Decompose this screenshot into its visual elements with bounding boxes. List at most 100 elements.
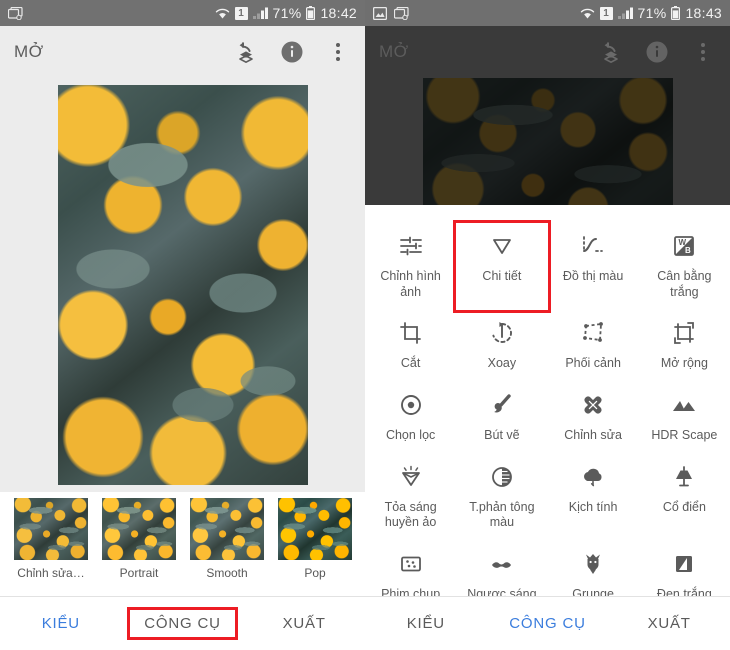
- app-bar-actions-right: [598, 39, 716, 65]
- overflow-menu-icon[interactable]: [325, 39, 351, 65]
- clock-label: 18:43: [685, 5, 722, 21]
- battery-percent-label: 71%: [273, 5, 302, 21]
- tune-sliders-icon: [398, 229, 424, 263]
- screenshot-icon: [394, 7, 409, 20]
- tool-toa-sang-huyen-ao[interactable]: Tỏa sáng huyền ảo: [365, 454, 456, 541]
- filter-thumbnail: [14, 498, 88, 560]
- tool-label: Phối cảnh: [565, 356, 621, 372]
- tool-label: Cắt: [401, 356, 420, 372]
- tool-hdr-scape[interactable]: HDR Scape: [639, 382, 730, 454]
- tools-grid: Chỉnh hình ảnh Chi tiết Đồ thị màu: [365, 223, 730, 612]
- perspective-icon: [580, 316, 606, 350]
- black-white-icon: [671, 547, 697, 581]
- sim-badge: 1: [235, 7, 248, 20]
- flower-photo-content: [58, 85, 308, 485]
- edited-photo[interactable]: [58, 85, 308, 485]
- open-button-label[interactable]: MỞ: [14, 42, 44, 62]
- tool-xoay[interactable]: Xoay: [456, 310, 547, 382]
- dual-screenshot: 1 71% 18:42 MỞ: [0, 0, 730, 650]
- tonal-contrast-icon: [489, 460, 515, 494]
- retrolux-icon: [489, 547, 515, 581]
- tool-label: Kịch tính: [569, 500, 618, 516]
- status-notifications-left: [8, 7, 23, 20]
- tool-chi-tiet[interactable]: Chi tiết: [456, 223, 547, 310]
- tool-label: Cổ điển: [663, 500, 706, 516]
- tool-label: Cân bằng trắng: [643, 269, 725, 300]
- signal-icon: [618, 7, 633, 19]
- tab-cong-cu[interactable]: CÔNG CỤ: [122, 604, 244, 643]
- status-bar-right: 1 71% 18:43: [365, 0, 730, 26]
- expand-icon: [671, 316, 697, 350]
- overflow-menu-icon[interactable]: [690, 39, 716, 65]
- photo-canvas-left[interactable]: [0, 78, 365, 492]
- filter-thumbnail: [102, 498, 176, 560]
- filter-label: Smooth: [190, 566, 264, 580]
- tool-kich-tinh[interactable]: Kịch tính: [548, 454, 639, 541]
- undo-layers-icon[interactable]: [233, 39, 259, 65]
- tab-kieu[interactable]: KIỂU: [0, 604, 122, 643]
- selective-icon: [398, 388, 424, 422]
- signal-icon: [253, 7, 268, 19]
- panel-left: 1 71% 18:42 MỞ: [0, 0, 365, 650]
- tool-label: T.phản tông màu: [461, 500, 543, 531]
- tool-tphan-tong-mau[interactable]: T.phản tông màu: [456, 454, 547, 541]
- tool-label: Đồ thị màu: [563, 269, 623, 285]
- filter-item[interactable]: Pop: [278, 498, 352, 580]
- curves-icon: [580, 229, 606, 263]
- filter-item[interactable]: Smooth: [190, 498, 264, 580]
- panel-right: 1 71% 18:43 MỞ: [365, 0, 730, 650]
- clock-label: 18:42: [320, 5, 357, 21]
- tool-cat[interactable]: Cắt: [365, 310, 456, 382]
- info-icon[interactable]: [644, 39, 670, 65]
- tool-chinh-hinh-anh[interactable]: Chỉnh hình ảnh: [365, 223, 456, 310]
- bottom-tab-bar-right: KIỂU CÔNG CỤ XUẤT: [365, 596, 730, 650]
- filter-item[interactable]: Portrait: [102, 498, 176, 580]
- photo-icon: [373, 7, 387, 20]
- drama-cloud-icon: [580, 460, 606, 494]
- grunge-icon: [580, 547, 606, 581]
- status-indicators-left: 1 71% 18:42: [215, 5, 357, 21]
- undo-layers-icon[interactable]: [598, 39, 624, 65]
- info-icon[interactable]: [279, 39, 305, 65]
- battery-percent-label: 71%: [638, 5, 667, 21]
- hdr-mountains-icon: [671, 388, 697, 422]
- brush-icon: [489, 388, 515, 422]
- filter-label: Chỉnh sửa…: [14, 566, 88, 580]
- filter-thumbnail: [278, 498, 352, 560]
- tool-phoi-canh[interactable]: Phối cảnh: [548, 310, 639, 382]
- wifi-icon: [215, 7, 230, 20]
- filter-thumbnail: [190, 498, 264, 560]
- filter-item[interactable]: Chỉnh sửa…: [14, 498, 88, 580]
- bottom-tab-bar-left: KIỂU CÔNG CỤ XUẤT: [0, 596, 365, 650]
- white-balance-icon: WB: [671, 229, 697, 263]
- battery-icon: [306, 6, 315, 20]
- tool-label: Tỏa sáng huyền ảo: [370, 500, 452, 531]
- sim-badge: 1: [600, 7, 613, 20]
- app-bar-actions-left: [233, 39, 351, 65]
- svg-text:B: B: [685, 246, 691, 255]
- open-button-label[interactable]: MỞ: [379, 42, 409, 62]
- tool-label: Chọn lọc: [386, 428, 435, 444]
- tool-but-ve[interactable]: Bút vẽ: [456, 382, 547, 454]
- tab-kieu[interactable]: KIỂU: [365, 604, 487, 643]
- tool-chon-loc[interactable]: Chọn lọc: [365, 382, 456, 454]
- tool-label: HDR Scape: [651, 428, 717, 444]
- annotation-box-cong-cu: CÔNG CỤ: [130, 610, 234, 637]
- tab-xuat[interactable]: XUẤT: [243, 604, 365, 643]
- vintage-lamp-icon: [671, 460, 697, 494]
- tool-mo-rong[interactable]: Mở rộng: [639, 310, 730, 382]
- tab-cong-cu[interactable]: CÔNG CỤ: [487, 604, 609, 643]
- filter-label: Portrait: [102, 566, 176, 580]
- details-triangle-icon: [489, 229, 515, 263]
- filter-label: Pop: [278, 566, 352, 580]
- filter-strip[interactable]: Chỉnh sửa… Portrait Smooth Pop Accentu: [0, 492, 365, 584]
- tab-xuat[interactable]: XUẤT: [608, 604, 730, 643]
- tool-can-bang-trang[interactable]: WB Cân bằng trắng: [639, 223, 730, 310]
- grainy-film-icon: [398, 547, 424, 581]
- tool-chinh-sua[interactable]: Chỉnh sửa: [548, 382, 639, 454]
- status-bar-left: 1 71% 18:42: [0, 0, 365, 26]
- tool-do-thi-mau[interactable]: Đồ thị màu: [548, 223, 639, 310]
- app-bar-right: MỞ: [365, 26, 730, 78]
- screenshot-icon: [8, 7, 23, 20]
- tool-co-dien[interactable]: Cổ điển: [639, 454, 730, 541]
